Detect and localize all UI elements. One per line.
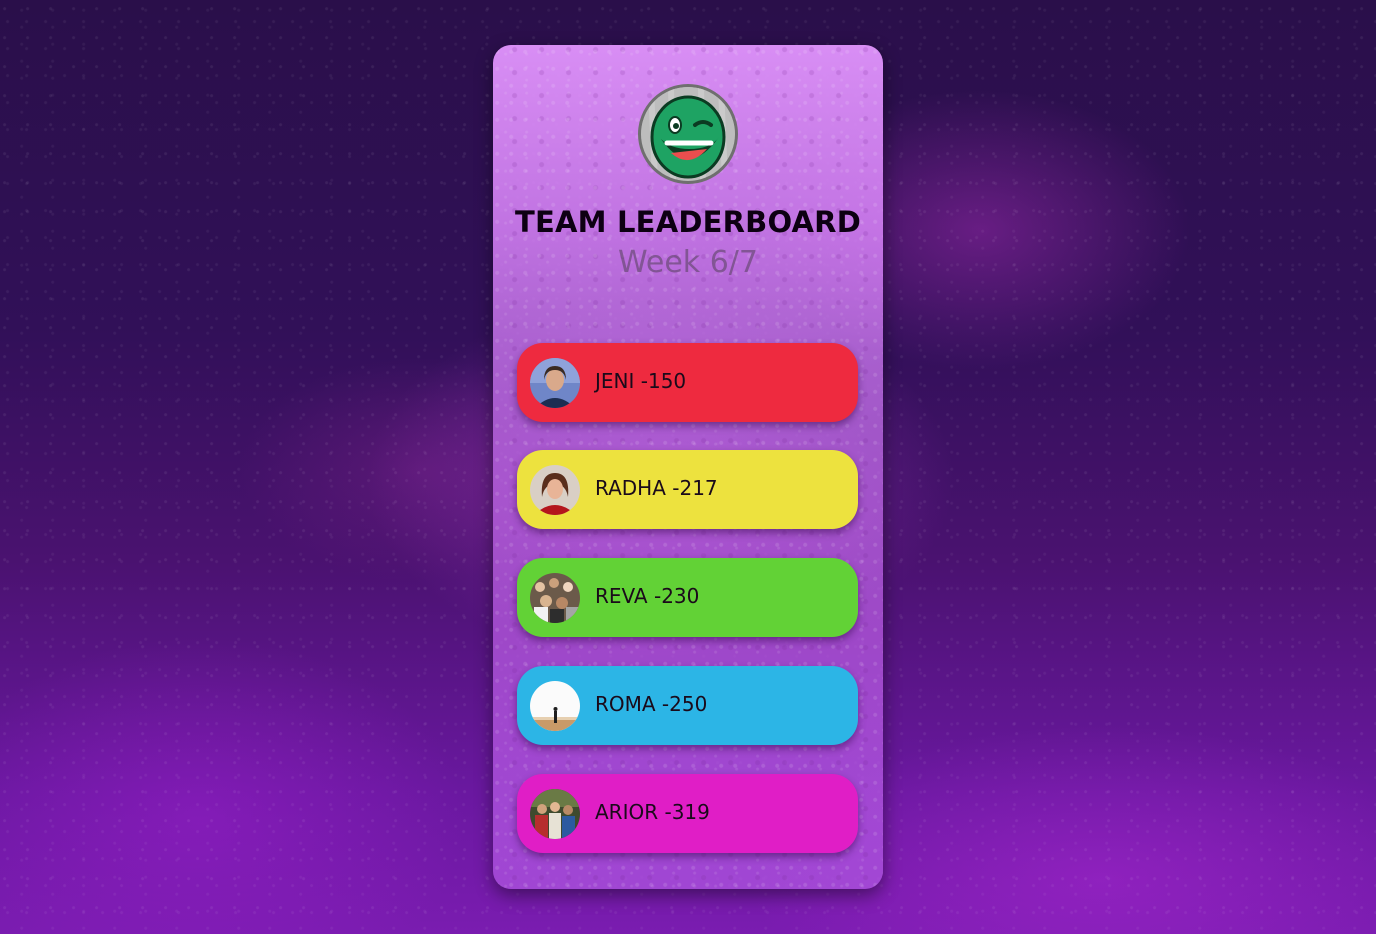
player-score: 250 xyxy=(669,692,708,716)
leaderboard-row-roma[interactable]: ROMA -250 xyxy=(517,666,858,745)
player-label: JENI -150 xyxy=(595,369,687,393)
player-label: REVA -230 xyxy=(595,584,700,608)
group-photo-avatar-icon xyxy=(530,789,580,839)
player-name: RADHA xyxy=(595,476,666,500)
leaderboard-row-jeni[interactable]: JENI -150 xyxy=(517,343,858,422)
player-score: 230 xyxy=(661,584,700,608)
player-label: RADHA -217 xyxy=(595,476,718,500)
silhouette-sunset-avatar-icon xyxy=(530,681,580,731)
player-score: 150 xyxy=(647,369,687,393)
player-score: 217 xyxy=(679,476,718,500)
player-name: ARIOR xyxy=(595,800,659,824)
page-title: TEAM LEADERBOARD xyxy=(515,205,861,239)
crowd-photo-avatar-icon xyxy=(530,573,580,623)
player-name: JENI xyxy=(595,369,635,393)
leaderboard-row-radha[interactable]: RADHA -217 xyxy=(517,450,858,529)
player-label: ROMA -250 xyxy=(595,692,708,716)
week-indicator: Week 6/7 xyxy=(617,245,758,280)
leaderboard-row-reva[interactable]: REVA -230 xyxy=(517,558,858,637)
woman-red-top-avatar-icon xyxy=(530,465,580,515)
player-score: 319 xyxy=(671,800,710,824)
player-name: REVA xyxy=(595,584,648,608)
player-label: ARIOR -319 xyxy=(595,800,710,824)
woman-portrait-avatar-icon xyxy=(530,358,580,408)
player-name: ROMA xyxy=(595,692,656,716)
leaderboard-row-arior[interactable]: ARIOR -319 xyxy=(517,774,858,853)
winking-smiley-logo-icon xyxy=(638,84,738,184)
leaderboard-card: TEAM LEADERBOARD Week 6/7 JENI -150 RADH… xyxy=(493,45,883,889)
